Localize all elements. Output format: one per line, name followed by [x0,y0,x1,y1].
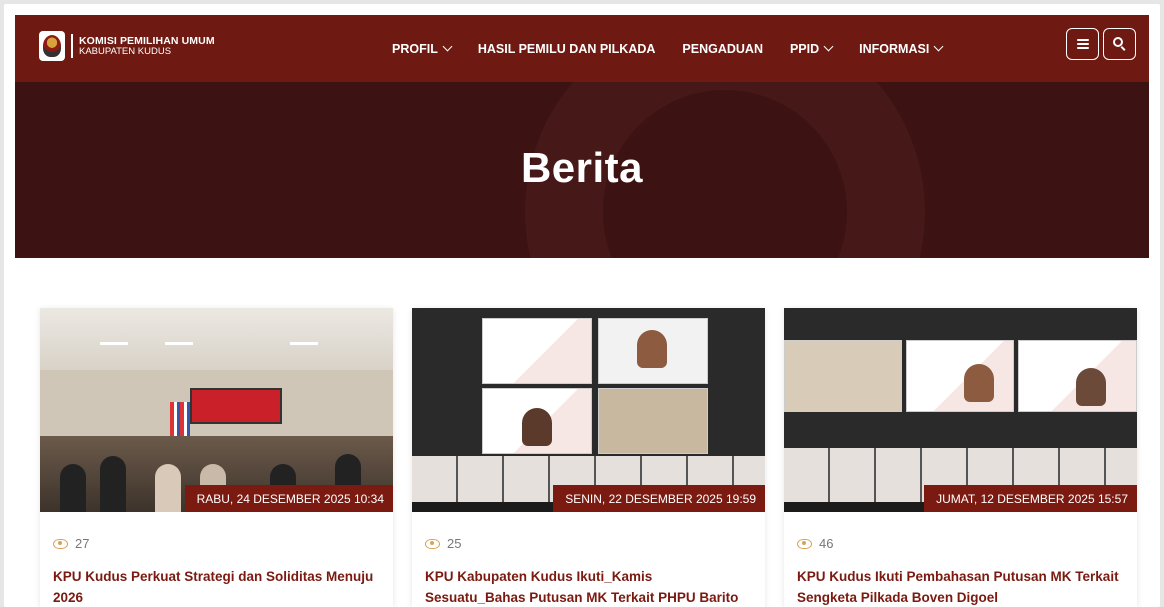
page-hero: Berita [15,82,1149,258]
news-date-badge: SENIN, 22 DESEMBER 2025 19:59 [553,485,765,512]
menu-item-profil[interactable]: PROFIL [392,41,453,56]
kpu-emblem-icon [39,31,65,61]
menu-item-ppid[interactable]: PPID [789,41,834,56]
menu-item-label: PROFIL [392,41,438,56]
zoom-meeting-screenshot [784,308,1137,512]
news-title-link[interactable]: KPU Kudus Perkuat Strategi dan Soliditas… [53,566,383,607]
news-thumbnail[interactable]: RABU, 24 DESEMBER 2025 10:34 [40,308,393,512]
news-card[interactable]: RABU, 24 DESEMBER 2025 10:34 27 KPU Kudu… [40,308,393,607]
logo-text: KOMISI PEMILIHAN UMUM KABUPATEN KUDUS [79,34,215,57]
view-count-value: 25 [447,536,462,551]
logo-line-2: KABUPATEN KUDUS [79,46,172,57]
logo-divider [71,34,73,58]
logo-line-1: KOMISI PEMILIHAN UMUM [79,34,215,47]
site-logo[interactable]: KOMISI PEMILIHAN UMUM KABUPATEN KUDUS [39,31,215,61]
menu-item-label: INFORMASI [859,41,930,56]
news-card[interactable]: JUMAT, 12 DESEMBER 2025 15:57 46 KPU Kud… [784,308,1137,607]
chevron-down-icon [823,41,834,52]
view-count: 25 [425,536,461,551]
news-title-link[interactable]: KPU Kudus Ikuti Pembahasan Putusan MK Te… [797,566,1127,607]
search-button[interactable] [1103,28,1136,60]
chevron-down-icon [442,41,453,52]
hamburger-icon [1076,39,1089,49]
page-title: Berita [520,144,644,191]
hamburger-menu-button[interactable] [1066,28,1099,60]
news-date-badge: RABU, 24 DESEMBER 2025 10:34 [184,485,393,512]
view-count-value: 46 [819,536,834,551]
menu-item-informasi[interactable]: INFORMASI [859,41,944,56]
zoom-meeting-screenshot [412,308,765,512]
menu-item-label: HASIL PEMILU DAN PILKADA [477,41,656,56]
news-card[interactable]: SENIN, 22 DESEMBER 2025 19:59 25 KPU Kab… [412,308,765,607]
eye-icon [53,538,68,549]
top-navbar: KOMISI PEMILIHAN UMUM KABUPATEN KUDUS PR… [15,15,1149,82]
news-thumbnail[interactable]: SENIN, 22 DESEMBER 2025 19:59 [412,308,765,512]
search-icon [1112,37,1127,51]
view-count: 27 [53,536,89,551]
news-date-badge: JUMAT, 12 DESEMBER 2025 15:57 [924,485,1137,512]
eye-icon [425,538,440,549]
menu-item-label: PPID [789,41,820,56]
chevron-down-icon [933,41,944,52]
news-thumbnail[interactable]: JUMAT, 12 DESEMBER 2025 15:57 [784,308,1137,512]
view-count-value: 27 [75,536,90,551]
meeting-room-photo [40,308,393,512]
news-title-link[interactable]: KPU Kabupaten Kudus Ikuti_Kamis Sesuatu_… [425,566,755,607]
menu-item-hasil-pemilu[interactable]: HASIL PEMILU DAN PILKADA [478,42,656,56]
main-menu: PROFIL HASIL PEMILU DAN PILKADA PENGADUA… [392,15,969,82]
menu-item-pengaduan[interactable]: PENGADUAN [682,42,763,56]
eye-icon [797,538,812,549]
menu-item-label: PENGADUAN [682,41,763,56]
view-count: 46 [797,536,833,551]
